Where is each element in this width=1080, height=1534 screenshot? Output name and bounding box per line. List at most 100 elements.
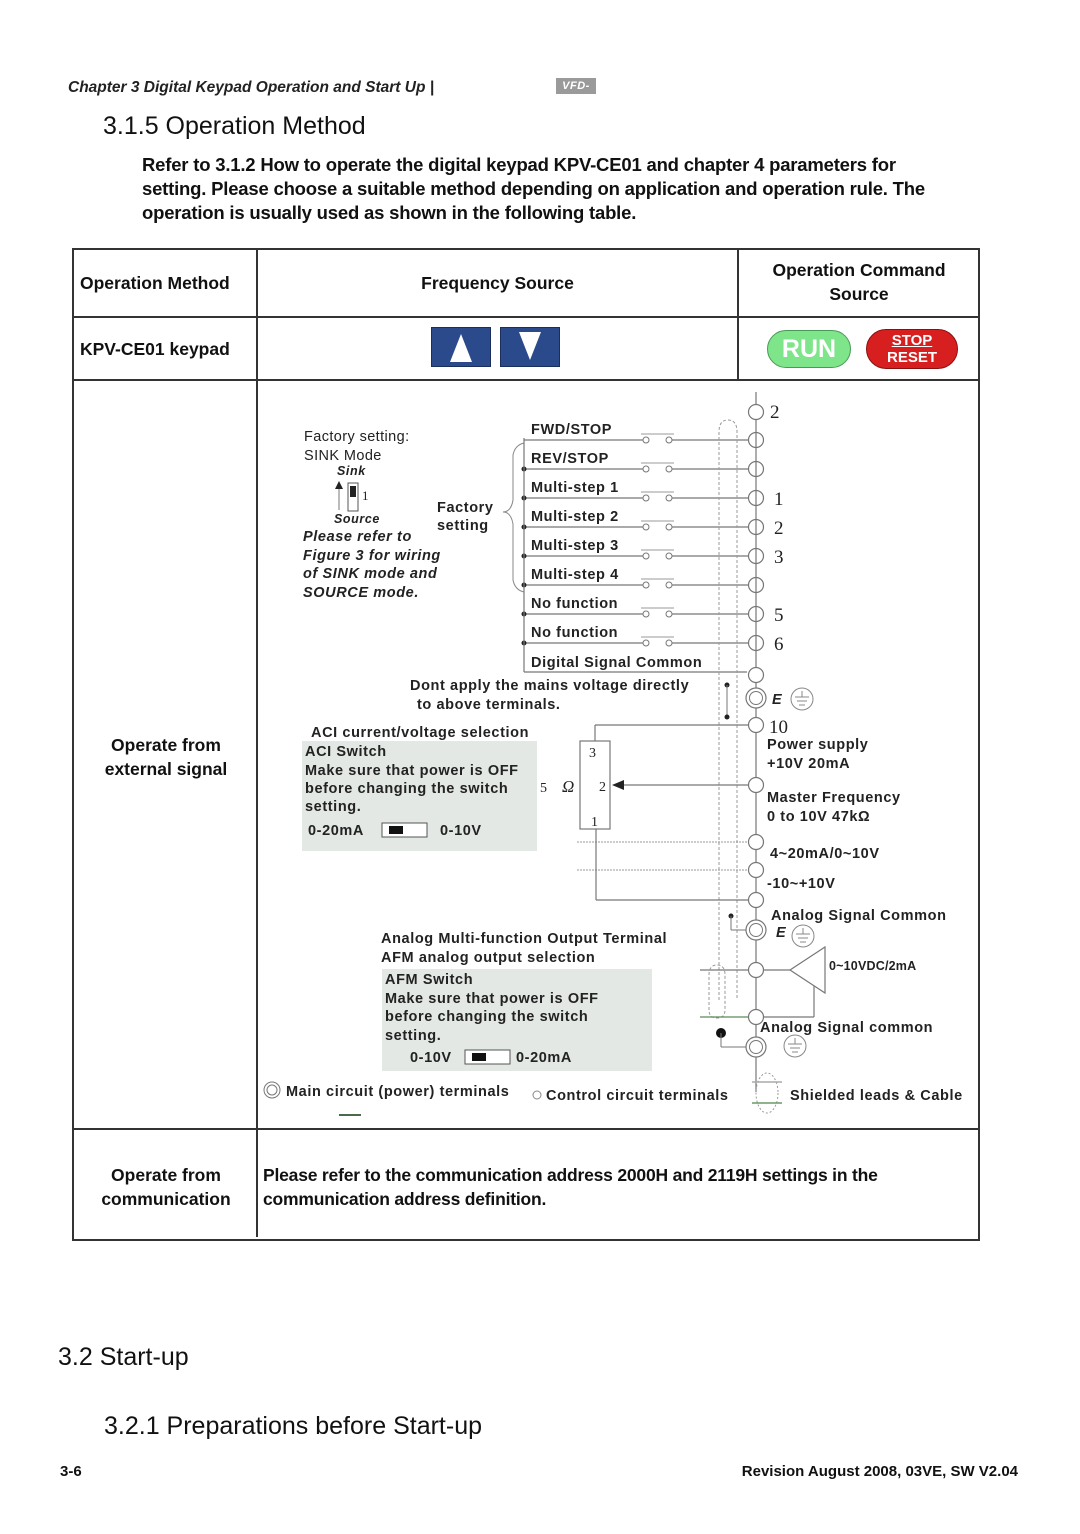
- pot-pin3: 3: [589, 746, 596, 761]
- terminal-10-label: 10: [769, 717, 788, 738]
- terminal-number: 1: [774, 489, 784, 510]
- aci-selection-label: ACI current/voltage selection: [311, 725, 529, 741]
- revision-note: Revision August 2008, 03VE, SW V2.04: [741, 1463, 1018, 1480]
- pot-value: 5: [540, 781, 547, 796]
- legend-main-circuit: Main circuit (power) terminals: [286, 1084, 509, 1100]
- pot-pin1: 1: [591, 815, 598, 830]
- switch-number: 1: [362, 488, 369, 503]
- factory-setting-label: Factory setting:: [304, 429, 410, 445]
- main-circuit-terminal-inner: [749, 1040, 763, 1054]
- refer-line: of SINK mode and: [303, 566, 438, 582]
- afm-title: Analog Multi-function Output Terminal: [381, 931, 667, 947]
- wiring-diagram: Factory setting: SINK Mode Sink 1 Source…: [263, 392, 963, 1116]
- source-label: Source: [334, 512, 380, 526]
- digital-input-row: No function 6: [521, 625, 784, 655]
- afm-switch-title: AFM Switch: [385, 972, 473, 988]
- aci-switch-title: ACI Switch: [305, 744, 387, 760]
- afm-output-label: 0~10VDC/2mA: [829, 959, 916, 973]
- afm-slide-switch[interactable]: [464, 1049, 511, 1065]
- refer-line: Figure 3 for wiring: [303, 548, 441, 564]
- warning-line1: Dont apply the mains voltage directly: [410, 678, 689, 694]
- switch-contact-icon: [665, 523, 673, 531]
- amplifier-icon: [788, 945, 826, 995]
- pot-pin2: 2: [599, 780, 606, 795]
- aui-range-label: -10~+10V: [767, 876, 836, 892]
- digital-common-label: Digital Signal Common: [531, 655, 702, 671]
- master-frequency-label: Master Frequency: [767, 790, 901, 806]
- shielded-cable: [718, 419, 738, 1000]
- sink-mode-label: SINK Mode: [304, 448, 382, 464]
- top-terminal-number: 2: [770, 402, 780, 423]
- terminal-icon: [747, 776, 765, 794]
- switch-contact-icon: [665, 465, 673, 473]
- factory-brace-label: setting: [437, 518, 489, 534]
- refer-line: Please refer to: [303, 529, 412, 545]
- afm-option-left: 0-10V: [410, 1050, 452, 1066]
- terminal-number: 3: [774, 547, 784, 568]
- master-frequency-spec: 0 to 10V 47kΩ: [767, 809, 870, 825]
- analog-common-label: Analog Signal Common: [771, 908, 947, 924]
- digital-input-row: Multi-step 1 1: [521, 480, 784, 510]
- switch-contact-icon: [665, 436, 673, 444]
- switch-contact-icon: [665, 639, 673, 647]
- digital-input-label: No function: [531, 625, 618, 641]
- terminal-icon: [747, 716, 765, 734]
- wiper-arrow-icon: [612, 780, 624, 790]
- digital-input-rows: FWD/STOPREV/STOPMulti-step 11Multi-step …: [521, 422, 784, 655]
- factory-brace-label: Factory: [437, 500, 494, 516]
- digital-input-row: FWD/STOP: [524, 422, 765, 449]
- digital-input-row: Multi-step 2 2: [521, 509, 784, 539]
- earth-label: E: [772, 692, 783, 708]
- pot-unit: Ω: [562, 777, 574, 796]
- switch-contact-icon: [642, 610, 650, 618]
- terminal-icon: [747, 961, 765, 979]
- aci-switch-line: before changing the switch: [305, 781, 508, 797]
- switch-contact-icon: [642, 552, 650, 560]
- main-circuit-terminal-inner: [749, 923, 763, 937]
- startup-subtitle: 3.2.1 Preparations before Start-up: [104, 1412, 483, 1440]
- ground-icon: [790, 687, 814, 711]
- terminal-icon: [747, 861, 765, 879]
- analog-common-lower-label: Analog Signal common: [760, 1020, 933, 1036]
- afm-switch-line: before changing the switch: [385, 1009, 588, 1025]
- sink-label: Sink: [337, 464, 366, 478]
- switch-contact-icon: [642, 465, 650, 473]
- terminal-number: 2: [774, 518, 784, 539]
- switch-contact-icon: [665, 610, 673, 618]
- afm-switch-line: Make sure that power is OFF: [385, 991, 599, 1007]
- digital-input-label: FWD/STOP: [531, 422, 612, 438]
- switch-contact-icon: [642, 639, 650, 647]
- aci-switch-line: setting.: [305, 799, 361, 815]
- switch-contact-icon: [665, 494, 673, 502]
- terminal-icon: [747, 891, 765, 909]
- terminal-number: 6: [774, 634, 784, 655]
- legend-main-circuit-icon: [263, 1081, 281, 1099]
- digital-input-row: REV/STOP: [521, 451, 765, 478]
- earth-label: E: [776, 925, 787, 941]
- afm-selection-label: AFM analog output selection: [381, 950, 595, 966]
- terminal-icon: [747, 833, 765, 851]
- switch-contact-icon: [642, 523, 650, 531]
- switch-contact-icon: [665, 552, 673, 560]
- aci-range-label: 4~20mA/0~10V: [770, 846, 880, 862]
- switch-contact-icon: [642, 581, 650, 589]
- digital-input-label: REV/STOP: [531, 451, 609, 467]
- digital-input-row: No function 5: [521, 596, 784, 626]
- refer-line: SOURCE mode.: [303, 585, 419, 601]
- digital-input-label: Multi-step 2: [531, 509, 619, 525]
- digital-input-label: Multi-step 1: [531, 480, 619, 496]
- startup-title: 3.2 Start-up: [58, 1343, 189, 1371]
- main-circuit-terminal-inner: [749, 691, 763, 705]
- aci-option-right: 0-10V: [440, 823, 482, 839]
- factory-brace: [502, 442, 525, 593]
- aci-slide-switch[interactable]: [381, 822, 428, 838]
- shielded-cable: [708, 964, 726, 1019]
- afm-option-right: 0-20mA: [516, 1050, 572, 1066]
- aci-option-left: 0-20mA: [308, 823, 364, 839]
- digital-input-label: Multi-step 3: [531, 538, 619, 554]
- terminal-number: 5: [774, 605, 784, 626]
- legend-shielded: Shielded leads & Cable: [790, 1088, 963, 1104]
- switch-contact-icon: [642, 436, 650, 444]
- digital-input-row: Multi-step 4: [521, 567, 765, 594]
- terminal-icon: [747, 666, 765, 684]
